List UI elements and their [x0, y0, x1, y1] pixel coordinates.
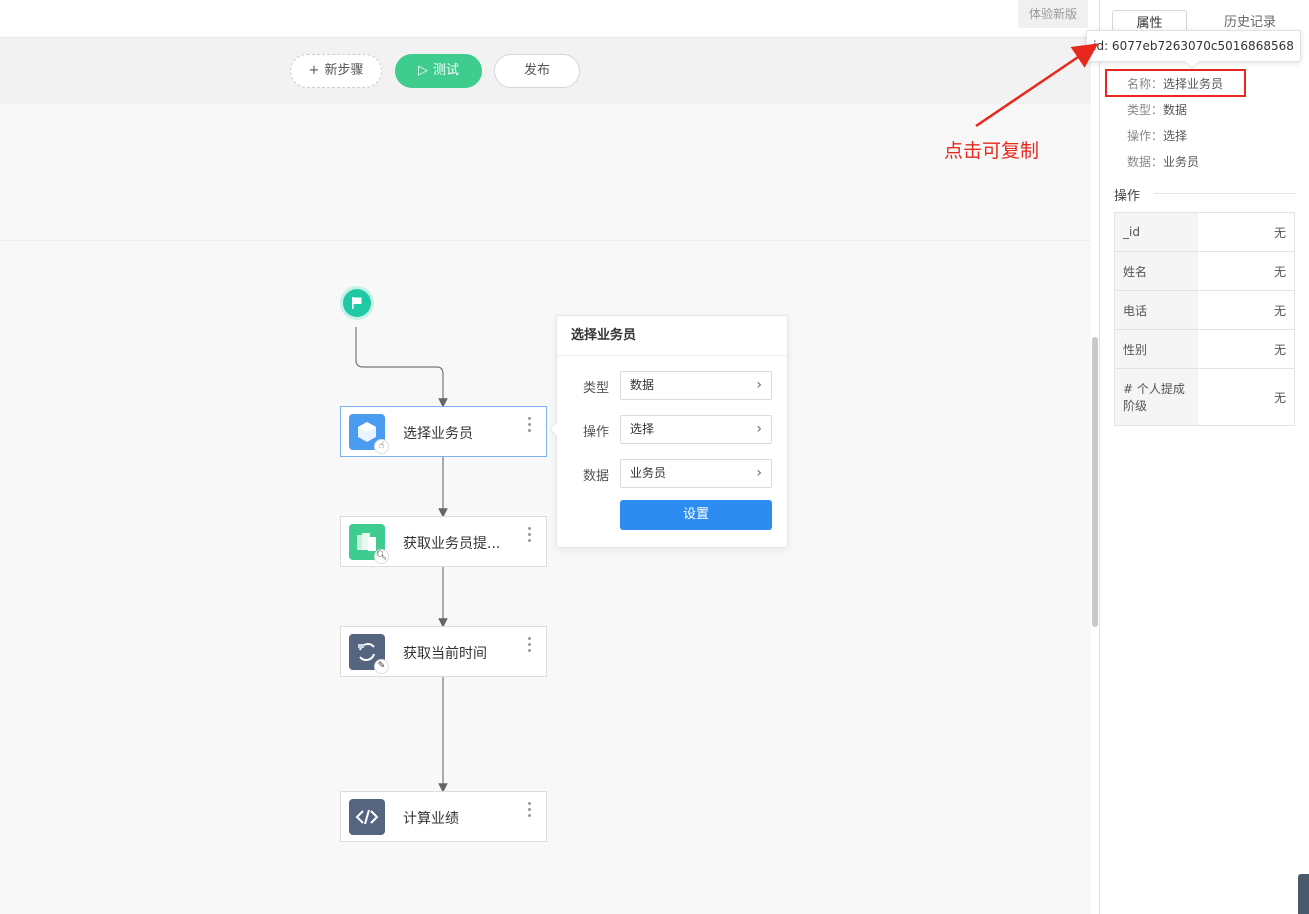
code-icon	[349, 799, 385, 835]
more-vertical-icon[interactable]	[528, 802, 534, 820]
chevron-right-icon: ›	[756, 377, 762, 393]
prop-type: 类型：数据	[1127, 103, 1188, 117]
operation-select[interactable]: 选择 ›	[620, 415, 772, 444]
step-node-get-current-time[interactable]: ✎ 获取当前时间	[340, 626, 547, 677]
field-value: 无	[1273, 264, 1286, 279]
step-node-label: 选择业务员	[403, 426, 473, 442]
popover-row-data: 数据 业务员 ›	[557, 459, 789, 489]
field-value: 无	[1273, 390, 1286, 405]
data-select[interactable]: 业务员 ›	[620, 459, 772, 488]
popover-title: 选择业务员	[557, 316, 787, 356]
field-name: 性别	[1115, 330, 1198, 368]
field-value: 无	[1273, 225, 1286, 240]
step-node-label: 获取当前时间	[403, 646, 487, 662]
more-vertical-icon[interactable]	[528, 527, 534, 545]
data-label: 数据	[583, 469, 610, 484]
properties-sidebar: 属性 历史记录 名称：选择业务员 类型：数据 操作：选择 数据：业务员 操作 _…	[1100, 0, 1309, 914]
field-value: 无	[1273, 303, 1286, 318]
search-icon: 🔍︎	[374, 549, 389, 564]
operation-section-title: 操作	[1114, 189, 1141, 204]
table-row[interactable]: 性别 无	[1115, 330, 1294, 369]
prop-data: 数据：业务员	[1127, 155, 1200, 169]
edit-icon: ✎	[374, 659, 389, 674]
field-name: _id	[1115, 213, 1198, 251]
more-vertical-icon[interactable]	[528, 637, 534, 655]
set-button[interactable]: 设置	[620, 500, 772, 530]
field-name: 电话	[1115, 291, 1198, 329]
pointer-icon: ☝	[374, 439, 389, 454]
prop-operation: 操作：选择	[1127, 129, 1188, 143]
transform-icon: ✎	[349, 634, 389, 674]
field-name: 姓名	[1115, 252, 1198, 290]
workflow-editor: 体验新版 + 新步骤 ▷ 测试 发布 ☝ 选择业务员 🔍︎ 获取业务员提... …	[0, 0, 1309, 914]
step-node-calculate-performance[interactable]: 计算业绩	[340, 791, 547, 842]
data-select-icon: ☝	[349, 414, 389, 454]
flag-icon	[352, 297, 362, 309]
data-query-icon: 🔍︎	[349, 524, 389, 564]
start-node[interactable]	[343, 289, 371, 317]
popover-row-type: 类型 数据 ›	[557, 371, 789, 401]
field-value: 无	[1273, 342, 1286, 357]
flow-connectors	[355, 327, 448, 793]
step-node-label: 获取业务员提...	[403, 536, 501, 552]
step-node-label: 计算业绩	[403, 811, 459, 827]
step-node-select-salesman[interactable]: ☝ 选择业务员	[340, 406, 547, 457]
table-row[interactable]: _id 无	[1115, 213, 1294, 252]
table-row[interactable]: 姓名 无	[1115, 252, 1294, 291]
corner-widget[interactable]	[1298, 874, 1309, 914]
prop-name[interactable]: 名称：选择业务员	[1127, 75, 1223, 92]
field-table: _id 无 姓名 无 电话 无 性别 无 # 个人提成阶级 无	[1114, 212, 1295, 426]
field-name: # 个人提成阶级	[1115, 369, 1198, 425]
id-tooltip-text: id: 6077eb7263070c5016868568	[1093, 39, 1294, 53]
step-node-get-commission[interactable]: 🔍︎ 获取业务员提...	[340, 516, 547, 567]
popover-row-operation: 操作 选择 ›	[557, 415, 789, 445]
annotation-text: 点击可复制	[944, 140, 1040, 162]
chevron-right-icon: ›	[756, 465, 762, 481]
operation-label: 操作	[583, 425, 610, 440]
step-config-popover: 选择业务员 类型 数据 › 操作 选择 › 数据 业务员 › 设置	[548, 315, 789, 548]
chevron-right-icon: ›	[756, 421, 762, 437]
type-select[interactable]: 数据 ›	[620, 371, 772, 400]
type-label: 类型	[583, 381, 610, 396]
id-tooltip: id: 6077eb7263070c5016868568	[1086, 30, 1301, 70]
table-row[interactable]: # 个人提成阶级 无	[1115, 369, 1294, 425]
table-row[interactable]: 电话 无	[1115, 291, 1294, 330]
more-vertical-icon[interactable]	[528, 417, 534, 435]
